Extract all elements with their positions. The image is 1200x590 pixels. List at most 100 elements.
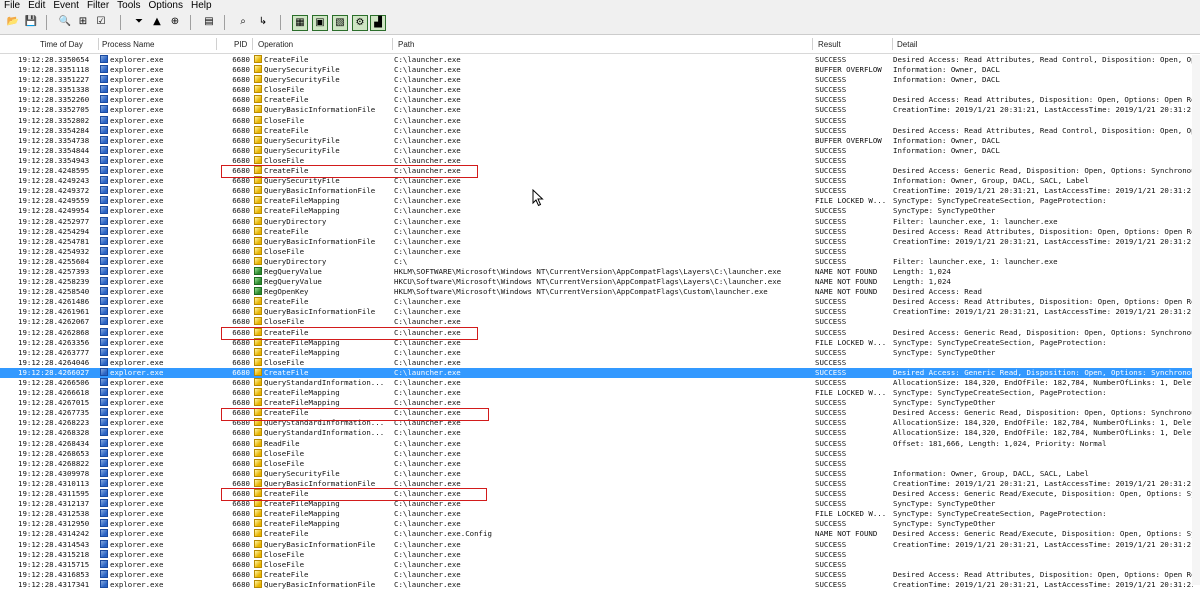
table-row[interactable]: 19:12:28.3354284 explorer.exe 6680 CreateFi… — [0, 125, 1200, 136]
col-pid[interactable]: PID — [234, 36, 252, 53]
table-row[interactable]: 19:12:28.3352705 explorer.exe 6680 QueryBas… — [0, 105, 1200, 115]
table-row[interactable]: 19:12:28.4267735 explorer.exe 6680 CreateFi… — [0, 408, 1200, 418]
table-row[interactable]: 19:12:28.4314543 explorer.exe 6680 QueryBas… — [0, 539, 1200, 550]
find-icon[interactable]: ⌕ — [236, 15, 250, 29]
table-row[interactable]: 19:12:28.4254294 explorer.exe 6680 CreateFi… — [0, 226, 1200, 237]
table-row[interactable]: 19:12:28.4315218 explorer.exe 6680 CloseFil… — [0, 549, 1200, 560]
table-row[interactable]: 19:12:28.4254932 explorer.exe 6680 CloseFil… — [0, 246, 1200, 257]
table-row[interactable]: 19:12:28.4311595 explorer.exe 6680 CreateFi… — [0, 489, 1200, 499]
col-path[interactable]: Path — [398, 36, 808, 53]
table-row[interactable]: 19:12:28.3354738 explorer.exe 6680 QuerySec… — [0, 135, 1200, 146]
highlight-icon[interactable]: ▲ — [150, 15, 164, 29]
table-row[interactable]: 19:12:28.4262067 explorer.exe 6680 CloseFil… — [0, 317, 1200, 327]
table-row[interactable]: 19:12:28.3354943 explorer.exe 6680 CloseFil… — [0, 155, 1200, 166]
table-row[interactable]: 19:12:28.4310113 explorer.exe 6680 QueryBas… — [0, 478, 1200, 489]
table-row[interactable]: 19:12:28.3354844 explorer.exe 6680 QuerySec… — [0, 145, 1200, 156]
jump-icon[interactable]: ▤ — [202, 15, 216, 29]
table-row[interactable]: 19:12:28.4312137 explorer.exe 6680 CreateFi… — [0, 499, 1200, 509]
network-activity-icon[interactable]: ▧ — [332, 15, 348, 31]
table-row[interactable]: 19:12:28.4314242 explorer.exe 6680 CreateFi… — [0, 529, 1200, 539]
process-icon — [100, 155, 108, 164]
table-row[interactable]: 19:12:28.4248595 explorer.exe 6680 CreateFi… — [0, 166, 1200, 176]
table-row[interactable]: 19:12:28.4266027 explorer.exe 6680 CreateFi… — [0, 367, 1200, 378]
table-row[interactable]: 19:12:28.4312950 explorer.exe 6680 CreateFi… — [0, 519, 1200, 529]
table-row[interactable]: 19:12:28.4257393 explorer.exe 6680 RegQuery… — [0, 266, 1200, 277]
table-row[interactable]: 19:12:28.4258239 explorer.exe 6680 RegQuery… — [0, 277, 1200, 287]
table-row[interactable]: 19:12:28.3351338 explorer.exe 6680 CloseFil… — [0, 85, 1200, 95]
profiling-activity-icon[interactable]: ▟ — [370, 15, 386, 31]
col-detail[interactable]: Detail — [897, 36, 1097, 53]
magnify-icon[interactable]: 🔍 — [58, 15, 72, 29]
table-row[interactable]: 19:12:28.4268434 explorer.exe 6680 ReadFile… — [0, 438, 1200, 449]
menu-options[interactable]: Options — [145, 0, 187, 12]
operation-cell: QueryBasicInformationFile — [254, 236, 392, 247]
table-row[interactable]: 19:12:28.3352260 explorer.exe 6680 CreateFi… — [0, 95, 1200, 105]
vertical-scrollbar[interactable] — [1192, 55, 1200, 585]
highlight-box — [221, 326, 478, 340]
menu-tools[interactable]: Tools — [113, 0, 144, 12]
filter-icon[interactable]: ⏷ — [132, 15, 146, 29]
table-row[interactable]: 19:12:28.4249559 explorer.exe 6680 CreateFi… — [0, 196, 1200, 206]
table-row[interactable]: 19:12:28.4267015 explorer.exe 6680 CreateFi… — [0, 398, 1200, 408]
table-row[interactable]: 19:12:28.4249243 explorer.exe 6680 QuerySec… — [0, 176, 1200, 186]
col-result[interactable]: Result — [818, 36, 888, 53]
network-icon[interactable]: ⊕ — [168, 15, 182, 29]
save-icon[interactable]: 💾 — [24, 15, 38, 29]
col-process-name[interactable]: Process Name — [102, 36, 212, 53]
menu-event[interactable]: Event — [49, 0, 83, 12]
table-row[interactable]: 19:12:28.4254781 explorer.exe 6680 QueryBas… — [0, 236, 1200, 247]
result-cell: SUCCESS — [815, 125, 847, 135]
table-row[interactable]: 19:12:28.4312538 explorer.exe 6680 CreateFi… — [0, 509, 1200, 519]
result-cell: SUCCESS — [815, 155, 847, 165]
time-cell: 19:12:28.4257393 — [18, 266, 90, 276]
table-row[interactable]: 19:12:28.4261961 explorer.exe 6680 QueryBas… — [0, 307, 1200, 317]
menu-file[interactable]: File — [0, 0, 24, 12]
table-row[interactable]: 19:12:28.4258540 explorer.exe 6680 RegOpenK… — [0, 287, 1200, 297]
table-row[interactable]: 19:12:28.4263356 explorer.exe 6680 CreateFi… — [0, 337, 1200, 348]
process-name-cell: explorer.exe — [100, 367, 218, 378]
table-row[interactable]: 19:12:28.4316853 explorer.exe 6680 CreateFi… — [0, 569, 1200, 580]
event-list: 19:12:28.3350654 explorer.exe 6680 CreateFi… — [0, 55, 1200, 590]
clear-icon[interactable]: ☑ — [94, 15, 108, 29]
table-row[interactable]: 19:12:28.4249954 explorer.exe 6680 CreateFi… — [0, 206, 1200, 216]
table-row[interactable]: 19:12:28.4268653 explorer.exe 6680 CloseFil… — [0, 448, 1200, 459]
table-row[interactable]: 19:12:28.3351227 explorer.exe 6680 QuerySec… — [0, 75, 1200, 85]
table-row[interactable]: 19:12:28.4268223 explorer.exe 6680 QuerySta… — [0, 418, 1200, 428]
process-icon — [100, 468, 108, 477]
file-system-icon — [254, 226, 262, 235]
file-activity-icon[interactable]: ▣ — [312, 15, 328, 31]
table-row[interactable]: 19:12:28.4262868 explorer.exe 6680 CreateFi… — [0, 327, 1200, 338]
highlight-box — [221, 488, 487, 502]
path-cell: C:\launcher.exe — [394, 186, 461, 196]
table-row[interactable]: 19:12:28.4255604 explorer.exe 6680 QueryDir… — [0, 256, 1200, 267]
menu-edit[interactable]: Edit — [24, 0, 49, 12]
table-row[interactable]: 19:12:28.3350654 explorer.exe 6680 CreateFi… — [0, 55, 1200, 65]
process-name-cell: explorer.exe — [100, 297, 218, 307]
table-row[interactable]: 19:12:28.4264046 explorer.exe 6680 CloseFil… — [0, 357, 1200, 368]
menu-help[interactable]: Help — [187, 0, 216, 12]
table-row[interactable]: 19:12:28.4315715 explorer.exe 6680 CloseFil… — [0, 559, 1200, 570]
col-time-of-day[interactable]: Time of Day — [40, 36, 100, 53]
open-icon[interactable]: 📂 — [6, 15, 20, 29]
menu-filter[interactable]: Filter — [83, 0, 113, 12]
table-row[interactable]: 19:12:28.4266618 explorer.exe 6680 CreateFi… — [0, 388, 1200, 398]
table-row[interactable]: 19:12:28.4309978 explorer.exe 6680 QuerySec… — [0, 468, 1200, 479]
autoscroll-icon[interactable]: ⊞ — [76, 15, 90, 29]
process-icon — [100, 428, 108, 437]
table-row[interactable]: 19:12:28.3351118 explorer.exe 6680 QuerySec… — [0, 65, 1200, 75]
process-activity-icon[interactable]: ⚙ — [352, 15, 368, 31]
table-row[interactable]: 19:12:28.4252977 explorer.exe 6680 QueryDir… — [0, 216, 1200, 227]
file-system-icon — [254, 85, 262, 94]
registry-activity-icon[interactable]: ▦ — [292, 15, 308, 31]
table-row[interactable]: 19:12:28.3352802 explorer.exe 6680 CloseFil… — [0, 115, 1200, 126]
table-row[interactable]: 19:12:28.4266506 explorer.exe 6680 QuerySta… — [0, 378, 1200, 388]
col-operation[interactable]: Operation — [258, 36, 388, 53]
table-row[interactable]: 19:12:28.4249372 explorer.exe 6680 QueryBas… — [0, 186, 1200, 196]
table-row[interactable]: 19:12:28.4268822 explorer.exe 6680 CloseFil… — [0, 458, 1200, 469]
table-row[interactable]: 19:12:28.4268328 explorer.exe 6680 QuerySta… — [0, 428, 1200, 438]
path-cell: C:\launcher.exe — [394, 236, 461, 246]
goto-icon[interactable]: ↳ — [256, 15, 270, 29]
table-row[interactable]: 19:12:28.4263777 explorer.exe 6680 CreateFi… — [0, 347, 1200, 358]
file-system-icon — [254, 105, 262, 114]
table-row[interactable]: 19:12:28.4261486 explorer.exe 6680 CreateFi… — [0, 297, 1200, 307]
